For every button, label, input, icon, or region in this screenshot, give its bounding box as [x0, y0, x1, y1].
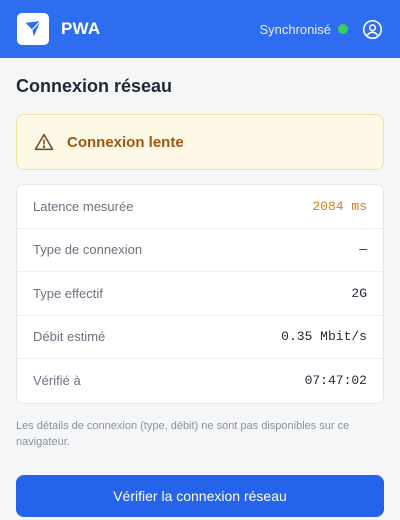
connection-details-card: Latence mesurée 2084 ms Type de connexio…: [16, 184, 384, 404]
detail-row-connection-type: Type de connexion —: [17, 229, 383, 272]
app-name: PWA: [61, 19, 101, 38]
header-actions: Synchronisé: [259, 18, 383, 40]
detail-value: 07:47:02: [304, 373, 367, 389]
verify-connection-button[interactable]: Vérifier la connexion réseau: [16, 474, 384, 517]
warning-triangle-icon: [33, 132, 55, 152]
account-button[interactable]: [361, 18, 383, 40]
detail-row-effective-type: Type effectif 2G: [17, 272, 383, 316]
page-title: Connexion réseau: [16, 76, 173, 96]
alert-text: Connexion lente: [67, 133, 184, 151]
detail-label: Type de connexion: [33, 242, 143, 258]
detail-row-latency: Latence mesurée 2084 ms: [17, 185, 383, 229]
detail-row-checked-at: Vérifié à 07:47:02: [17, 359, 383, 403]
detail-value: —: [359, 242, 367, 258]
app-logo: [17, 13, 49, 45]
user-circle-icon: [362, 19, 382, 39]
slow-connection-alert: Connexion lente: [16, 114, 384, 170]
send-arrow-icon: [25, 20, 41, 37]
sync-status-text: Synchronisé: [259, 21, 331, 37]
detail-value: 0.35 Mbit/s: [281, 329, 367, 345]
detail-label: Latence mesurée: [33, 198, 134, 214]
detail-label: Type effectif: [33, 285, 103, 301]
main-content: Connexion réseau Connexion lente Latence…: [0, 58, 400, 517]
detail-value: 2G: [351, 285, 367, 301]
sync-status-dot: [338, 24, 348, 34]
detail-row-bandwidth: Débit estimé 0.35 Mbit/s: [17, 316, 383, 359]
availability-note: Les détails de connexion (type, débit) n…: [16, 419, 350, 448]
detail-label: Vérifié à: [33, 373, 81, 389]
detail-label: Débit estimé: [33, 329, 106, 345]
app-header: PWA Synchronisé: [0, 0, 400, 58]
detail-value: 2084 ms: [312, 198, 367, 214]
